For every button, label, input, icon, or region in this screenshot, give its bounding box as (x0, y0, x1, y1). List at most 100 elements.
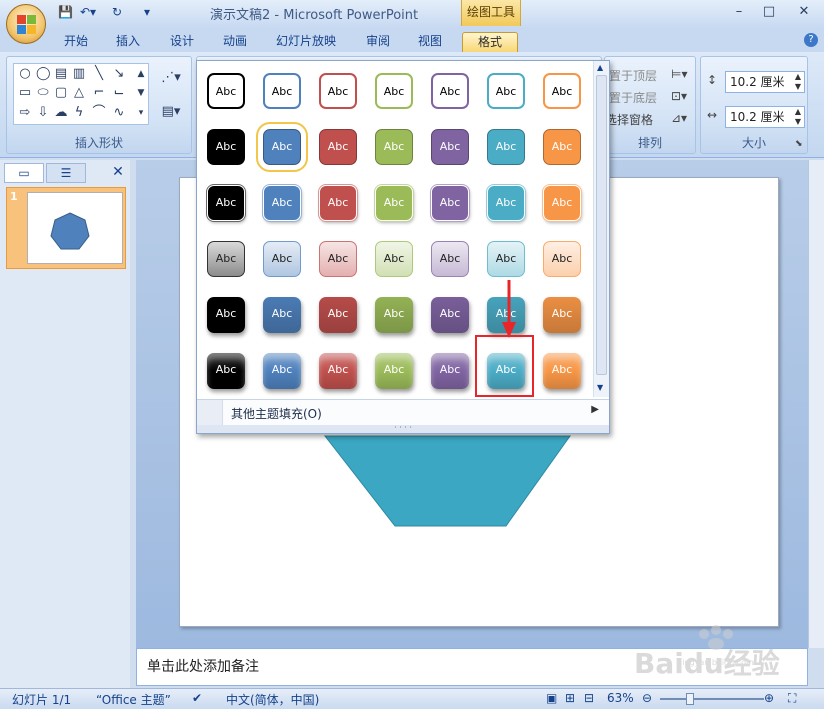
help-icon[interactable]: ? (804, 33, 818, 47)
align-icon[interactable]: ⊨▾ (671, 67, 687, 81)
style-cell-outline-black[interactable]: Abc (207, 73, 245, 109)
style-cell-fill-purple[interactable]: Abc (431, 129, 469, 165)
style-cell-pastel-black[interactable]: Abc (207, 241, 245, 277)
elbow-arrow-icon[interactable]: ⌙ (112, 86, 126, 100)
style-cell-fill-orange[interactable]: Abc (543, 129, 581, 165)
zoom-level[interactable]: 63% (607, 691, 634, 705)
resize-grip[interactable]: · · · · (197, 424, 609, 433)
zoom-out-icon[interactable]: ⊖ (642, 691, 652, 705)
style-cell-fill-light-border-green[interactable]: Abc (375, 185, 413, 221)
style-cell-glossy-orange[interactable]: Abc (543, 353, 581, 389)
gallery-scroll-thumb[interactable] (596, 75, 607, 375)
shapes-gallery[interactable]: ○ ◯ ▤ ▥ ╲ ↘ ▭ ⬭ ▢ △ ⌐ ⌙ ⇨ ⇩ ☁ ϟ ⌒ ∿ ▲ ▼ … (13, 63, 149, 125)
shape-height-input[interactable]: 10.2 厘米 ▲ ▼ (725, 71, 805, 93)
down-arrow-shape-icon[interactable]: ⇩ (36, 106, 50, 120)
tab-insert[interactable]: 插入 (108, 32, 148, 52)
gallery-up-icon[interactable]: ▲ (597, 63, 603, 72)
tab-review[interactable]: 审阅 (358, 32, 398, 52)
gallery-more-icon[interactable]: ▾ (134, 106, 148, 120)
send-to-back-button[interactable]: 置于底层 (609, 89, 657, 106)
style-cell-pastel-aqua[interactable]: Abc (487, 241, 525, 277)
style-cell-glossy-green[interactable]: Abc (375, 353, 413, 389)
textbox-shape-icon[interactable]: ▤ (54, 67, 68, 81)
tab-view[interactable]: 视图 (410, 32, 450, 52)
style-cell-intense-green[interactable]: Abc (375, 297, 413, 333)
zoom-in-icon[interactable]: ⊕ (764, 691, 774, 705)
style-cell-fill-blue[interactable]: Abc (256, 122, 308, 172)
style-cell-glossy-blue[interactable]: Abc (263, 353, 301, 389)
style-cell-glossy-red[interactable]: Abc (319, 353, 357, 389)
arc-shape-icon[interactable]: ⌒ (92, 106, 106, 120)
style-cell-fill-green[interactable]: Abc (375, 129, 413, 165)
ellipse-shape-icon[interactable]: ⬭ (36, 86, 50, 100)
style-cell-outline-orange[interactable]: Abc (543, 73, 581, 109)
tab-design[interactable]: 设计 (162, 32, 202, 52)
tab-home[interactable]: 开始 (56, 32, 96, 52)
style-cell-glossy-black[interactable]: Abc (207, 353, 245, 389)
tab-animations[interactable]: 动画 (215, 32, 255, 52)
edit-shape-icon[interactable]: ⋰▾ (159, 71, 183, 85)
undo-icon[interactable]: ↶▾ (80, 5, 96, 23)
more-theme-fills-item[interactable]: 其他主题填充(O) ▶ (197, 399, 609, 426)
fit-to-window-icon[interactable]: ⛶ (788, 691, 796, 706)
style-cell-intense-red[interactable]: Abc (319, 297, 357, 333)
vertical-scrollbar[interactable] (808, 160, 824, 648)
style-cell-fill-light-border-purple[interactable]: Abc (431, 185, 469, 221)
customize-qat-icon[interactable]: ▾ (144, 5, 150, 23)
style-cell-pastel-blue[interactable]: Abc (263, 241, 301, 277)
tab-format[interactable]: 格式 (462, 32, 518, 52)
rotate-icon[interactable]: ⊿▾ (671, 111, 687, 125)
gallery-scrollbar[interactable]: ▲ ▼ (593, 61, 609, 397)
style-cell-fill-light-border-blue[interactable]: Abc (263, 185, 301, 221)
lightning-shape-icon[interactable]: ϟ (72, 106, 86, 120)
textbox-insert-icon[interactable]: ▤▾ (159, 105, 183, 119)
save-icon[interactable]: 💾 (58, 5, 73, 23)
style-cell-intense-blue[interactable]: Abc (263, 297, 301, 333)
style-cell-intense-purple[interactable]: Abc (431, 297, 469, 333)
group-icon[interactable]: ⊡▾ (671, 89, 687, 103)
style-cell-fill-aqua[interactable]: Abc (487, 129, 525, 165)
style-cell-outline-aqua[interactable]: Abc (487, 73, 525, 109)
shape-width-input[interactable]: 10.2 厘米 ▲ ▼ (725, 106, 805, 128)
style-cell-pastel-green[interactable]: Abc (375, 241, 413, 277)
style-cell-pastel-purple[interactable]: Abc (431, 241, 469, 277)
arrow-line-icon[interactable]: ↘ (112, 67, 126, 81)
line-shape-icon[interactable]: ╲ (92, 67, 106, 81)
zoom-slider-thumb[interactable] (686, 693, 694, 705)
close-button[interactable]: ✕ (793, 4, 815, 22)
style-cell-intense-black[interactable]: Abc (207, 297, 245, 333)
style-cell-outline-green[interactable]: Abc (375, 73, 413, 109)
size-dialog-launcher-icon[interactable]: ⬊ (795, 139, 803, 149)
elbow-connector-icon[interactable]: ⌐ (92, 86, 106, 100)
style-cell-outline-red[interactable]: Abc (319, 73, 357, 109)
outline-tab-icon[interactable]: ☰ (46, 163, 86, 183)
redo-icon[interactable]: ↻ (112, 5, 122, 23)
minimize-button[interactable]: – (728, 4, 750, 22)
gallery-scroll-up-icon[interactable]: ▲ (134, 67, 148, 81)
spellcheck-icon[interactable]: ✔ (192, 691, 202, 705)
curve-shape-icon[interactable]: ∿ (112, 106, 126, 120)
language-status[interactable]: 中文(简体，中国) (226, 691, 319, 708)
style-cell-fill-light-border-black[interactable]: Abc (207, 185, 245, 221)
style-cell-fill-light-border-orange[interactable]: Abc (543, 185, 581, 221)
style-cell-fill-black[interactable]: Abc (207, 129, 245, 165)
slide-thumbnail[interactable]: 1 (6, 187, 126, 269)
style-cell-pastel-orange[interactable]: Abc (543, 241, 581, 277)
office-button[interactable] (6, 4, 46, 44)
style-cell-fill-red[interactable]: Abc (319, 129, 357, 165)
gallery-down-icon[interactable]: ▼ (597, 383, 603, 392)
zoom-slider[interactable] (660, 693, 764, 705)
callout-shape-icon[interactable]: ☁ (54, 106, 68, 120)
right-arrow-shape-icon[interactable]: ⇨ (18, 106, 32, 120)
teardrop-shape-icon[interactable]: ◯ (36, 67, 51, 81)
rounded-rect-icon[interactable]: ▢ (54, 86, 68, 100)
style-cell-fill-light-border-red[interactable]: Abc (319, 185, 357, 221)
triangle-shape-icon[interactable]: △ (72, 86, 86, 100)
style-cell-glossy-purple[interactable]: Abc (431, 353, 469, 389)
maximize-button[interactable]: □ (758, 4, 780, 22)
selection-pane-button[interactable]: 选择窗格 (605, 111, 653, 128)
gallery-scroll-down-icon[interactable]: ▼ (134, 86, 148, 100)
normal-view-icon[interactable]: ▣ (546, 691, 557, 705)
slideshow-view-icon[interactable]: ⊟ (584, 691, 594, 705)
style-cell-outline-blue[interactable]: Abc (263, 73, 301, 109)
